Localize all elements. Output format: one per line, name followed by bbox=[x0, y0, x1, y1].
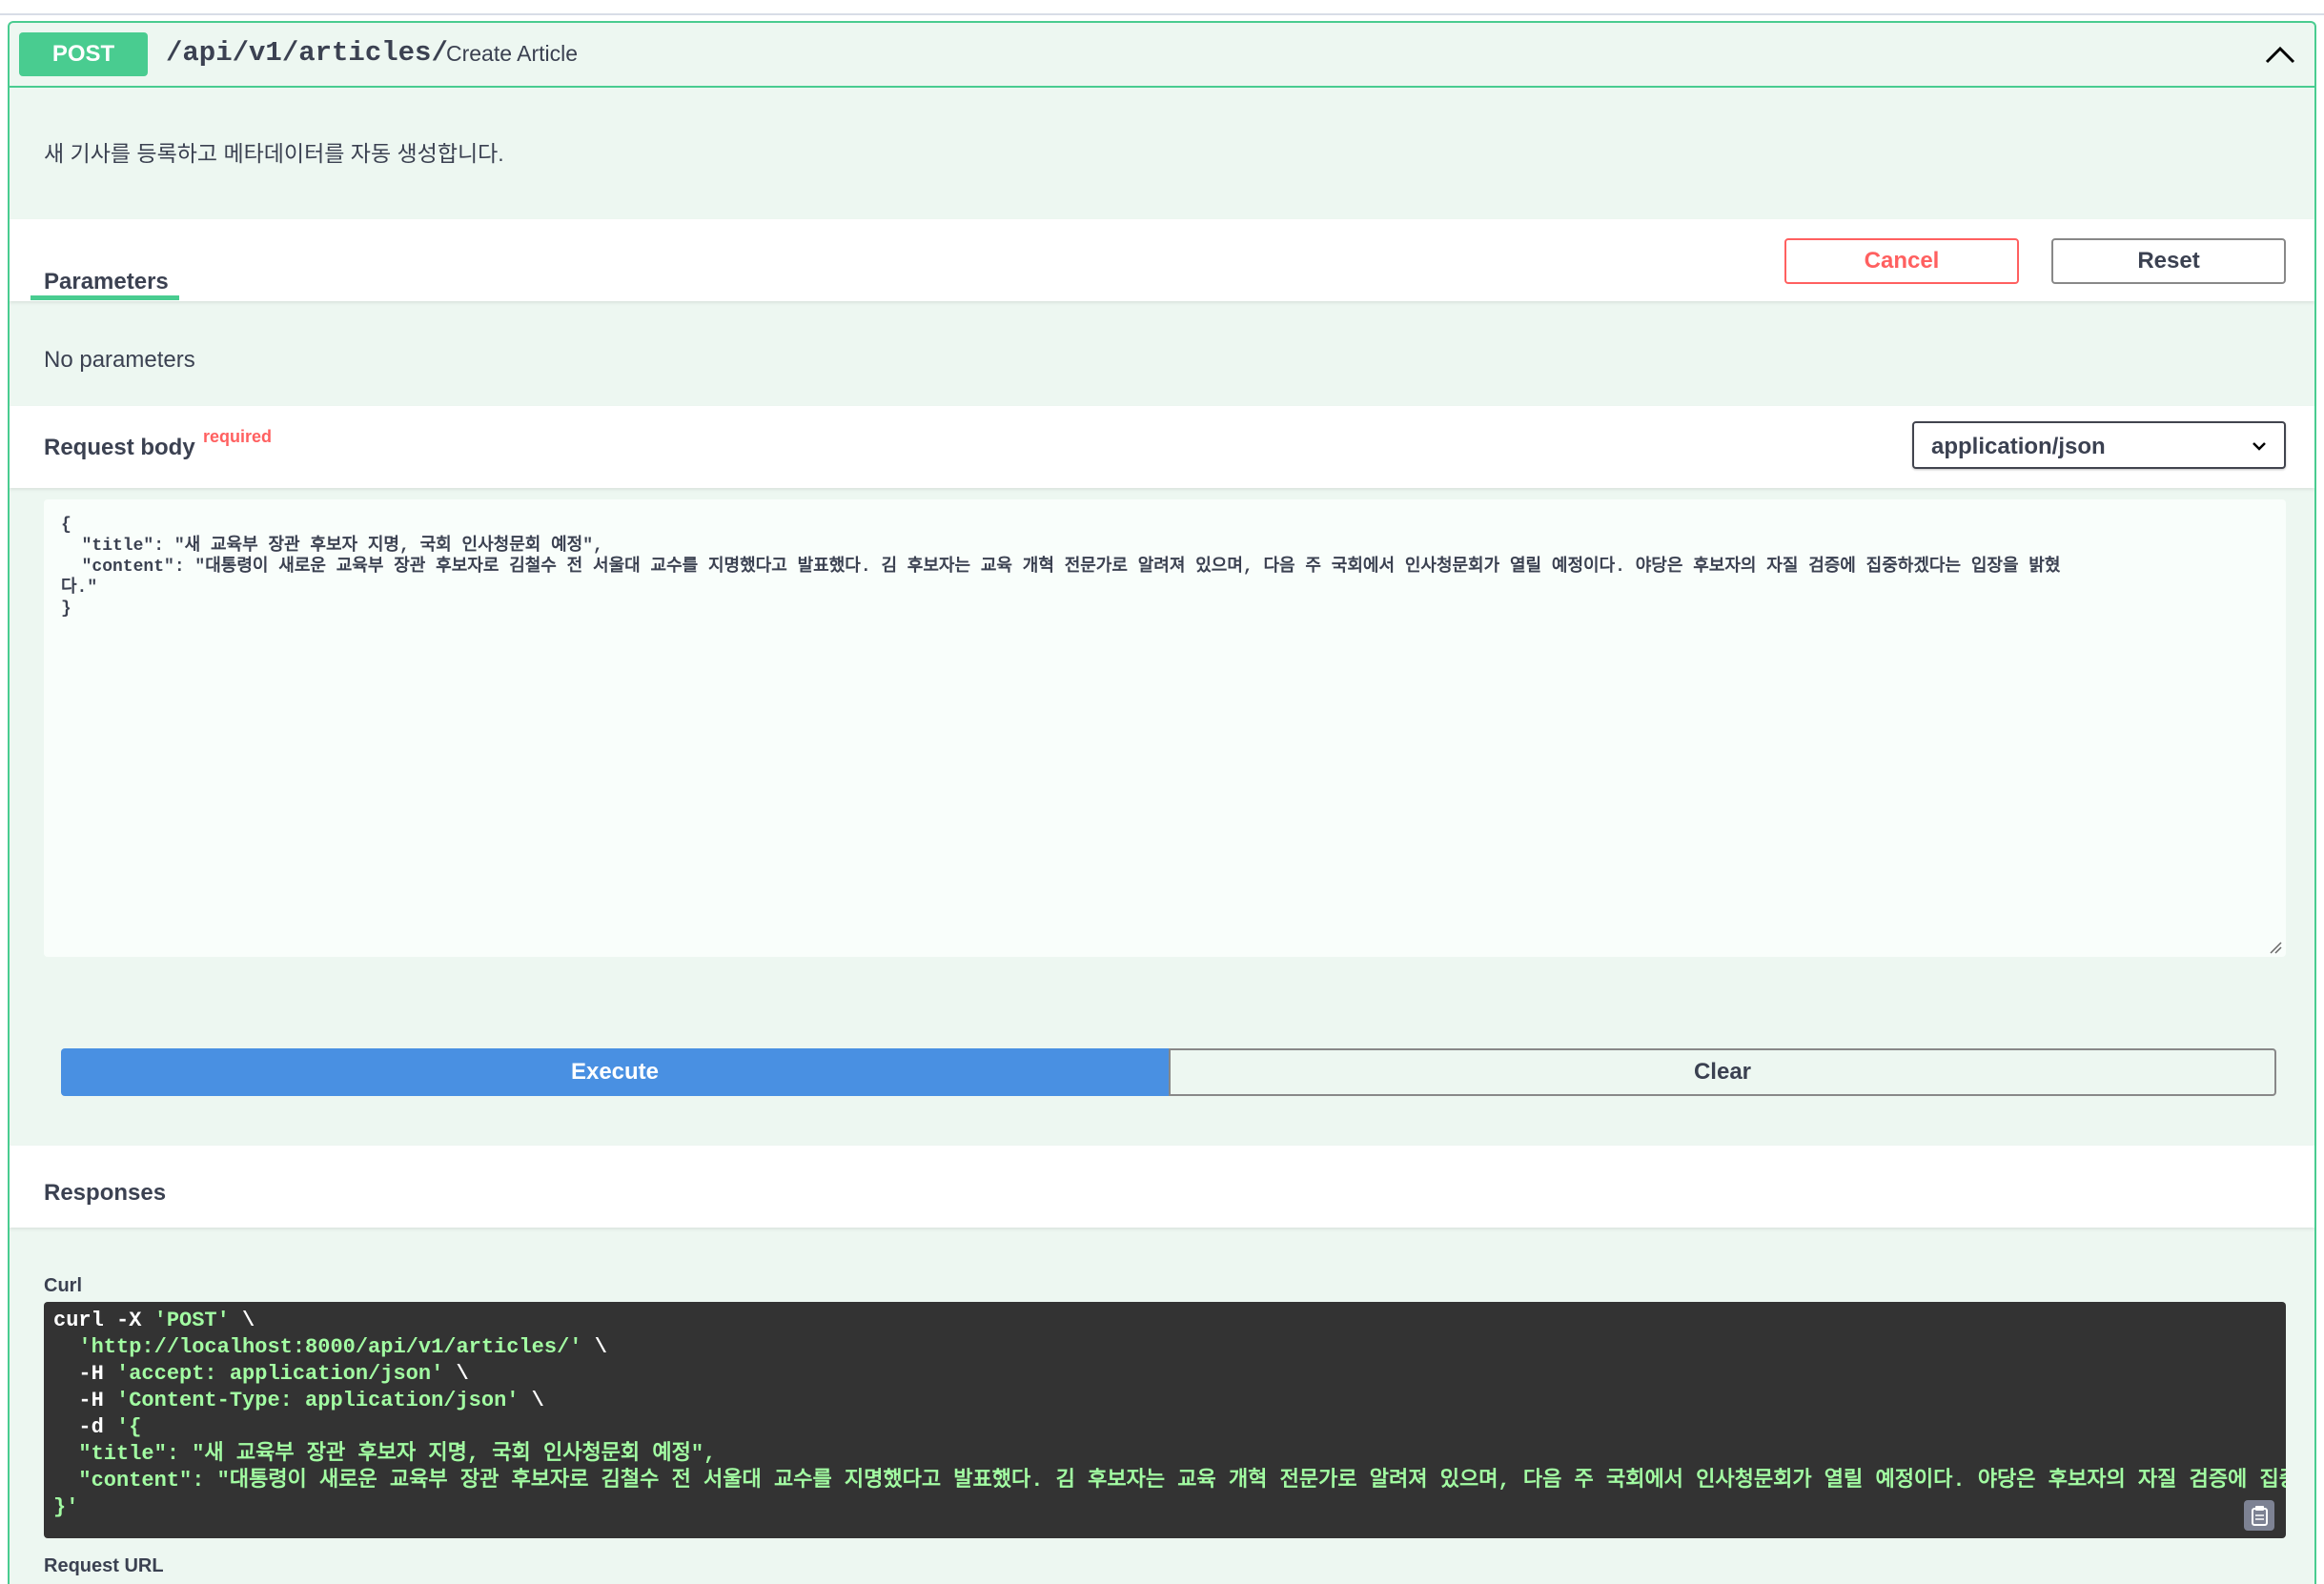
clear-button[interactable]: Clear bbox=[1169, 1048, 2276, 1096]
resize-grip-icon[interactable] bbox=[2269, 940, 2282, 954]
responses-title: Responses bbox=[44, 1180, 167, 1206]
operation-description: 새 기사를 등록하고 메타데이터를 자동 생성합니다. bbox=[44, 141, 504, 166]
curl-line: -d '{ bbox=[53, 1415, 142, 1439]
method-badge: POST bbox=[19, 32, 148, 76]
responses-header: Responses bbox=[10, 1146, 2314, 1228]
curl-line: -H 'Content-Type: application/json' \ bbox=[53, 1389, 544, 1412]
operation-block: POST /api/v1/articles/ Create Article 새 … bbox=[8, 21, 2316, 1584]
request-body-label: Request body bbox=[44, 435, 195, 460]
copy-clipboard-icon[interactable] bbox=[2244, 1500, 2274, 1531]
curl-line: 'http://localhost:8000/api/v1/articles/'… bbox=[78, 1335, 607, 1359]
request-body-editor[interactable]: { "title": "새 교육부 장관 후보자 지명, 국회 인사청문회 예정… bbox=[44, 499, 2286, 957]
curl-line: curl -X 'POST' \ bbox=[53, 1309, 255, 1332]
required-marker: required bbox=[203, 427, 273, 446]
content-type-select[interactable]: application/json bbox=[1912, 421, 2286, 469]
chevron-down-icon bbox=[2250, 437, 2269, 456]
tab-active-indicator bbox=[31, 295, 179, 300]
body-line: 다." bbox=[61, 579, 98, 598]
top-divider bbox=[0, 13, 2324, 15]
reset-button[interactable]: Reset bbox=[2051, 238, 2286, 284]
body-line: "content": "대통령이 새로운 교육부 장관 후보자로 김철수 전 서… bbox=[61, 558, 2061, 577]
operation-path: /api/v1/articles/ bbox=[166, 37, 448, 69]
curl-code-block[interactable]: curl -X 'POST' \ 'http://localhost:8000/… bbox=[44, 1302, 2286, 1538]
operation-summary-text: Create Article bbox=[446, 41, 579, 66]
tab-parameters[interactable]: Parameters bbox=[44, 269, 169, 295]
chevron-up-icon[interactable] bbox=[2261, 36, 2299, 74]
request-body-header: Request body required application/json bbox=[10, 406, 2314, 488]
body-line: } bbox=[61, 599, 71, 619]
parameters-header: Parameters Cancel Reset bbox=[10, 219, 2314, 301]
cancel-button[interactable]: Cancel bbox=[1784, 238, 2019, 284]
curl-line: -H 'accept: application/json' \ bbox=[53, 1362, 469, 1386]
curl-line: "title": "새 교육부 장관 후보자 지명, 국회 인사청문회 예정", bbox=[78, 1442, 717, 1466]
curl-line: }' bbox=[53, 1495, 79, 1519]
body-line: { bbox=[61, 516, 71, 535]
execute-button[interactable]: Execute bbox=[61, 1048, 1169, 1096]
body-line: "title": "새 교육부 장관 후보자 지명, 국회 인사청문회 예정", bbox=[61, 537, 603, 556]
curl-label: Curl bbox=[44, 1275, 82, 1296]
operation-summary[interactable]: POST /api/v1/articles/ Create Article bbox=[10, 23, 2314, 88]
curl-line: "content": "대통령이 새로운 교육부 장관 후보자로 김철수 전 서… bbox=[78, 1469, 2286, 1493]
content-type-value: application/json bbox=[1931, 434, 2106, 459]
no-parameters-text: No parameters bbox=[44, 347, 195, 373]
